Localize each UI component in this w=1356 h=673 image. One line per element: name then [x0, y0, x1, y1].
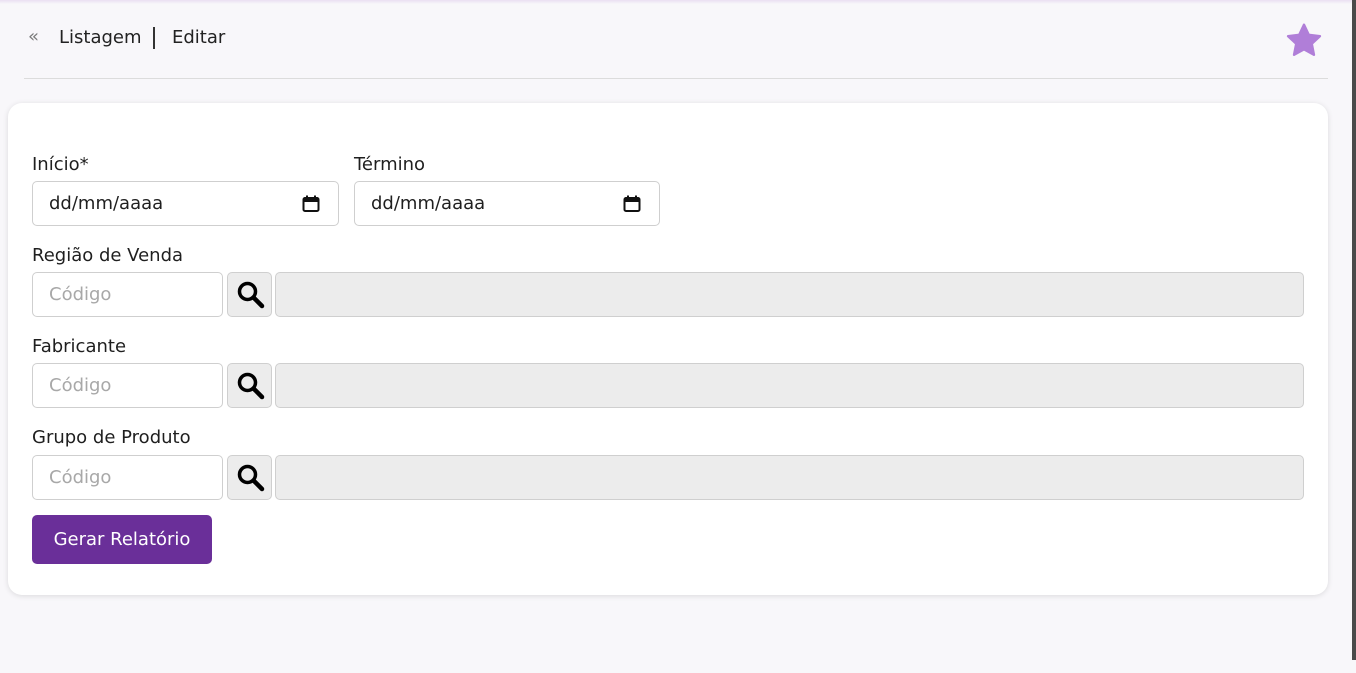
end-date-value: dd/mm/aaaa — [371, 193, 486, 214]
breadcrumb-listagem[interactable]: Listagem — [59, 26, 142, 50]
report-form-card: Início* dd/mm/aaaa Término dd/mm/aaaa Re… — [8, 103, 1328, 595]
top-border — [0, 0, 1356, 4]
manufacturer-label: Fabricante — [32, 336, 127, 357]
region-description-field — [275, 272, 1304, 317]
start-date-label: Início* — [32, 154, 89, 175]
page-header: « Listagem Editar — [24, 16, 1328, 79]
product-group-code-input[interactable]: Código — [32, 455, 223, 500]
manufacturer-code-placeholder: Código — [49, 375, 112, 396]
manufacturer-description-field — [275, 363, 1304, 408]
start-date-value: dd/mm/aaaa — [49, 193, 164, 214]
product-group-description-field — [275, 455, 1304, 500]
breadcrumb-separator — [153, 27, 155, 49]
search-icon — [237, 464, 265, 492]
calendar-icon[interactable] — [623, 195, 641, 213]
region-search-button[interactable] — [227, 272, 272, 317]
product-group-label: Grupo de Produto — [32, 427, 191, 448]
region-label: Região de Venda — [32, 245, 184, 266]
breadcrumb-editar: Editar — [172, 27, 226, 48]
product-group-code-placeholder: Código — [49, 467, 112, 488]
manufacturer-search-button[interactable] — [227, 363, 272, 408]
start-date-input[interactable]: dd/mm/aaaa — [32, 181, 339, 226]
end-date-label: Término — [354, 154, 426, 175]
search-icon — [237, 281, 265, 309]
region-code-placeholder: Código — [49, 284, 112, 305]
search-icon — [237, 372, 265, 400]
region-code-input[interactable]: Código — [32, 272, 223, 317]
scrollbar[interactable] — [1352, 0, 1356, 660]
product-group-search-button[interactable] — [227, 455, 272, 500]
calendar-icon[interactable] — [302, 195, 320, 213]
manufacturer-code-input[interactable]: Código — [32, 363, 223, 408]
generate-report-button[interactable]: Gerar Relatório — [32, 515, 212, 564]
star-icon[interactable] — [1284, 21, 1324, 61]
end-date-input[interactable]: dd/mm/aaaa — [354, 181, 660, 226]
back-double-chevron-icon[interactable]: « — [28, 26, 39, 48]
